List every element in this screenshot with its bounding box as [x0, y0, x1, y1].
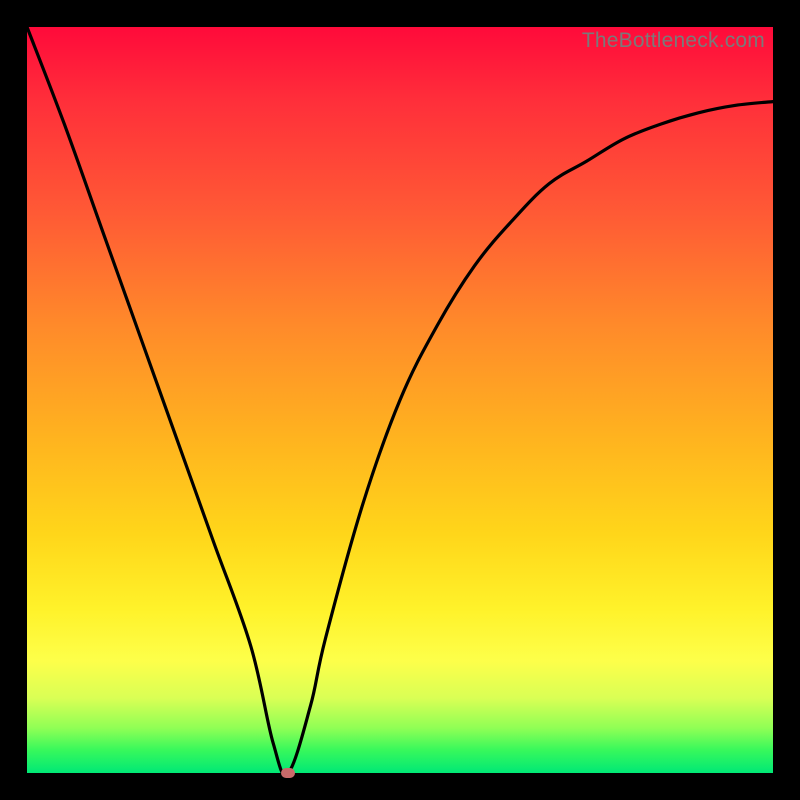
- chart-frame: TheBottleneck.com: [0, 0, 800, 800]
- bottleneck-curve: [27, 27, 773, 773]
- minimum-marker: [281, 768, 295, 778]
- plot-area: TheBottleneck.com: [27, 27, 773, 773]
